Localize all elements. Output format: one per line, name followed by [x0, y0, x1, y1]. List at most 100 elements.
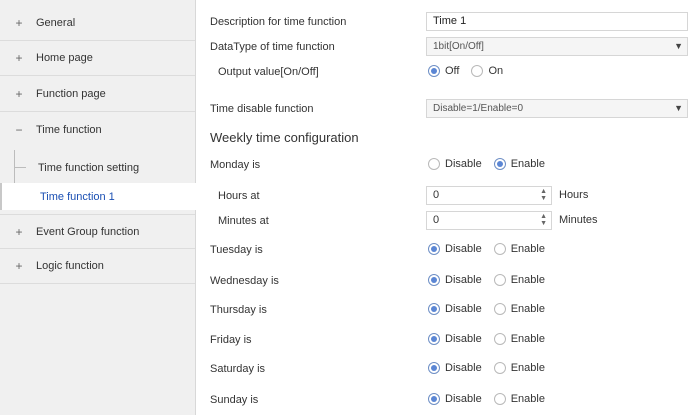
monday-enable-radio[interactable] — [493, 158, 506, 170]
expand-icon: + — [15, 87, 23, 101]
radio-label: Enable — [510, 158, 545, 170]
sunday-disable-radio[interactable] — [428, 393, 440, 405]
day-label: Thursday is — [210, 303, 267, 316]
day-label: Saturday is — [210, 362, 266, 375]
wednesday-enable-radio[interactable] — [493, 274, 506, 286]
radio-label: Enable — [510, 243, 545, 255]
radio-label: Enable — [510, 303, 545, 315]
sidebar-subitem-time-function-setting[interactable]: Time function setting — [0, 154, 139, 181]
saturday-disable-radio[interactable] — [428, 362, 440, 374]
expand-icon: + — [15, 224, 23, 239]
radio-label: Disable — [445, 274, 482, 286]
friday-radio-group: Disable Enable — [428, 333, 557, 345]
minutes-stepper[interactable]: 0 ▲ ▼ — [426, 211, 552, 230]
thursday-disable-radio[interactable] — [428, 303, 440, 315]
tuesday-enable-radio[interactable] — [493, 243, 506, 255]
monday-radio-group: Disable Enable — [428, 158, 557, 170]
day-label: Monday is — [210, 158, 261, 171]
sidebar-subitem-label: Time function setting — [38, 161, 140, 174]
sunday-radio-group: Disable Enable — [428, 393, 557, 405]
radio-label: Enable — [510, 274, 545, 286]
datatype-select[interactable]: 1bit[On/Off] ▼ — [426, 37, 688, 56]
day-label: Wednesday is — [210, 274, 279, 287]
datatype-row: DataType of time function 1bit[On/Off] ▼ — [196, 34, 688, 59]
expand-icon: + — [15, 51, 23, 65]
day-row-sunday: Sunday is Disable Enable — [196, 387, 688, 412]
radio-label: Off — [445, 65, 460, 77]
sidebar-item-label: Home page — [36, 52, 93, 64]
radio-label: On — [488, 65, 504, 77]
output-row: Output value[On/Off] Off On — [196, 59, 688, 84]
expand-icon: + — [15, 16, 23, 30]
minutes-value: 0 — [433, 214, 440, 226]
hours-row: Hours at 0 ▲ ▼ Hours — [196, 183, 688, 208]
monday-disable-radio[interactable] — [428, 158, 440, 170]
disable-function-select[interactable]: Disable=1/Enable=0 ▼ — [426, 99, 688, 118]
chevron-down-icon: ▼ — [674, 103, 683, 113]
datatype-select-value: 1bit[On/Off] — [433, 41, 484, 52]
sidebar-item-general[interactable]: + General — [0, 6, 195, 41]
tuesday-radio-group: Disable Enable — [428, 243, 557, 255]
output-on-radio[interactable] — [471, 65, 484, 77]
sidebar-item-logic-function[interactable]: + Logic function — [0, 249, 195, 284]
day-row-saturday: Saturday is Disable Enable — [196, 356, 688, 381]
disable-function-row: Time disable function Disable=1/Enable=0… — [196, 96, 688, 121]
radio-label: Disable — [445, 393, 482, 405]
parameter-panel: Description for time function Time 1 Dat… — [196, 0, 688, 415]
day-row-monday: Monday is Disable Enable — [196, 152, 688, 177]
sidebar-item-time-function[interactable]: − Time function — [0, 112, 195, 147]
sunday-enable-radio[interactable] — [493, 393, 506, 405]
hours-stepper[interactable]: 0 ▲ ▼ — [426, 186, 552, 205]
datatype-label: DataType of time function — [210, 40, 335, 53]
sidebar-item-home-page[interactable]: + Home page — [0, 41, 195, 76]
collapse-icon: − — [15, 122, 23, 137]
saturday-enable-radio[interactable] — [493, 362, 506, 374]
hours-label: Hours at — [218, 189, 260, 202]
sidebar-item-label: Logic function — [36, 260, 104, 272]
sidebar-item-event-group-function[interactable]: + Event Group function — [0, 214, 195, 249]
day-label: Tuesday is — [210, 243, 263, 256]
description-label: Description for time function — [210, 15, 347, 28]
sidebar-subitem-label: Time function 1 — [40, 190, 115, 203]
sidebar-item-label: Function page — [36, 88, 106, 100]
day-label: Sunday is — [210, 393, 259, 406]
output-off-radio[interactable] — [428, 65, 440, 77]
tuesday-disable-radio[interactable] — [428, 243, 440, 255]
day-row-wednesday: Wednesday is Disable Enable — [196, 268, 688, 293]
radio-label: Disable — [445, 243, 482, 255]
sidebar-item-label: Time function — [36, 123, 102, 136]
sidebar-item-function-page[interactable]: + Function page — [0, 77, 195, 112]
radio-label: Disable — [445, 303, 482, 315]
disable-function-select-value: Disable=1/Enable=0 — [433, 103, 524, 114]
day-label: Friday is — [210, 333, 252, 346]
disable-function-label: Time disable function — [210, 102, 314, 115]
friday-disable-radio[interactable] — [428, 333, 440, 345]
day-row-friday: Friday is Disable Enable — [196, 327, 688, 352]
hours-value: 0 — [433, 189, 440, 201]
spinner-arrows-icon[interactable]: ▲ ▼ — [540, 188, 547, 202]
wednesday-radio-group: Disable Enable — [428, 274, 557, 286]
sidebar-item-label: General — [36, 17, 76, 29]
thursday-enable-radio[interactable] — [493, 303, 506, 315]
radio-label: Enable — [510, 333, 545, 345]
thursday-radio-group: Disable Enable — [428, 303, 557, 315]
radio-label: Disable — [445, 362, 482, 374]
radio-label: Disable — [445, 333, 482, 345]
day-row-tuesday: Tuesday is Disable Enable — [196, 237, 688, 262]
saturday-radio-group: Disable Enable — [428, 362, 557, 374]
spinner-arrows-icon[interactable]: ▲ ▼ — [540, 213, 547, 227]
radio-label: Enable — [510, 362, 545, 374]
description-input[interactable]: Time 1 — [426, 12, 688, 31]
friday-enable-radio[interactable] — [493, 333, 506, 345]
day-row-thursday: Thursday is Disable Enable — [196, 297, 688, 322]
weekly-section-title: Weekly time configuration — [210, 130, 359, 145]
output-label: Output value[On/Off] — [218, 65, 319, 78]
output-radio-group: Off On — [428, 65, 515, 77]
wednesday-disable-radio[interactable] — [428, 274, 440, 286]
radio-label: Disable — [445, 158, 482, 170]
chevron-down-icon: ▼ — [674, 41, 683, 51]
sidebar: + General + Home page + Function page − … — [0, 0, 196, 415]
sidebar-subitem-time-function-1[interactable]: Time function 1 — [0, 183, 196, 210]
minutes-label: Minutes at — [218, 214, 269, 227]
sidebar-item-label: Event Group function — [36, 225, 140, 238]
